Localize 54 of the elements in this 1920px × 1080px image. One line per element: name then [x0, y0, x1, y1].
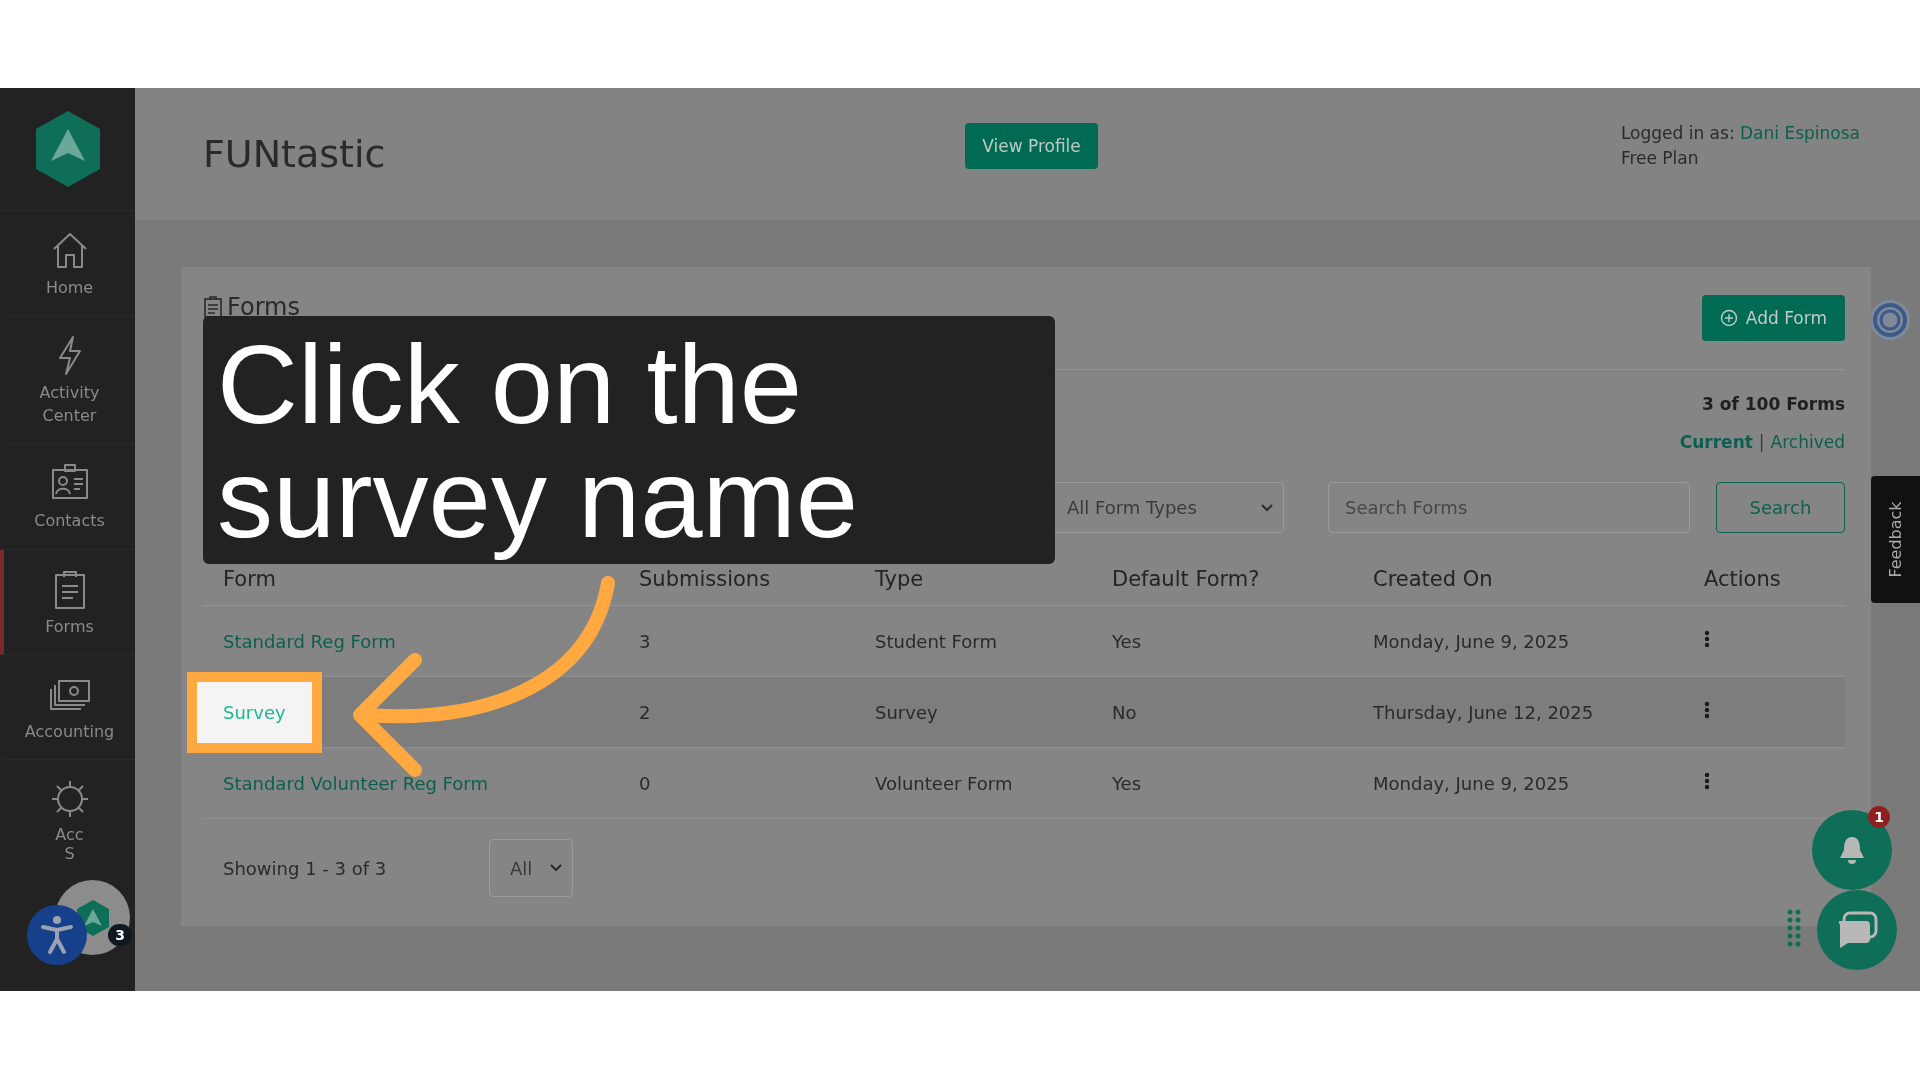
more-options-icon[interactable]	[1704, 630, 1710, 648]
chat-icon	[1836, 911, 1878, 949]
page-size-dropdown[interactable]: All	[489, 839, 573, 897]
table-cell: Survey	[855, 676, 1092, 748]
table-cell: 3	[619, 605, 855, 677]
table-cell: Monday, June 9, 2025	[1353, 747, 1684, 819]
table-cell: Volunteer Form	[855, 747, 1092, 819]
column-header: Actions	[1684, 547, 1845, 606]
form-link[interactable]: Standard Reg Form	[223, 630, 396, 652]
column-header: Created On	[1353, 547, 1684, 606]
view-link[interactable]: Archived	[1770, 432, 1845, 452]
feedback-tab[interactable]: Feedback	[1871, 476, 1920, 603]
table-cell: No	[1092, 676, 1353, 748]
add-form-button[interactable]: Add Form	[1701, 295, 1845, 341]
more-options-icon[interactable]	[1704, 772, 1710, 790]
sidebar-item[interactable]: Acc S	[0, 760, 135, 864]
view-link[interactable]: Current	[1679, 432, 1753, 452]
form-type-dropdown[interactable]: All Form Types	[1052, 482, 1284, 533]
form-link[interactable]: Standard Volunteer Reg Form	[223, 772, 488, 794]
table-cell: Student Form	[855, 605, 1092, 677]
caret-icon	[550, 864, 562, 872]
view-profile-button[interactable]: View Profile	[965, 123, 1098, 169]
more-options-icon[interactable]	[1704, 701, 1710, 719]
table-cell: 0	[619, 747, 855, 819]
sidebar-item[interactable]: Accounting	[0, 654, 135, 761]
plan-label: Free Plan	[1620, 147, 1700, 170]
column-header: Default Form?	[1092, 547, 1353, 606]
feedback-label: Feedback	[1886, 501, 1905, 578]
bell-icon	[1837, 834, 1867, 866]
user-link[interactable]: Dani Espinosa	[1740, 123, 1860, 144]
sidebar-item[interactable]: Activity Center	[0, 316, 135, 445]
instruction-callout: Click on the survey name	[203, 316, 1055, 564]
page-title: FUNtastic	[203, 132, 387, 176]
sidebar-item[interactable]: Home	[0, 211, 135, 317]
separator: |	[1758, 432, 1765, 452]
table-cell: Monday, June 9, 2025	[1353, 605, 1684, 677]
table-cell: Yes	[1092, 605, 1353, 677]
table-cell: Thursday, June 12, 2025	[1353, 676, 1684, 748]
caret-icon	[1261, 503, 1273, 512]
circular-logo-icon	[1868, 298, 1912, 342]
pagination-info: Showing 1 - 3 of 3	[223, 857, 388, 879]
table-cell: Yes	[1092, 747, 1353, 819]
login-info: Logged in as: Dani Espinosa	[1620, 122, 1860, 146]
highlighted-form-link[interactable]: Survey	[187, 671, 322, 753]
sidebar-item[interactable]: Forms	[0, 549, 135, 655]
plus-circle-icon	[1719, 309, 1738, 327]
search-field[interactable]: Search Forms	[1328, 482, 1690, 533]
clipboard-icon	[203, 296, 223, 318]
search-button[interactable]: Search	[1716, 482, 1845, 533]
forms-count: 3 of 100 Forms	[1702, 394, 1845, 414]
notification-badge: 1	[1868, 806, 1890, 828]
sidebar-item[interactable]: Contacts	[0, 444, 135, 550]
accessibility-icon	[40, 915, 74, 955]
table-cell: 2	[619, 676, 855, 748]
